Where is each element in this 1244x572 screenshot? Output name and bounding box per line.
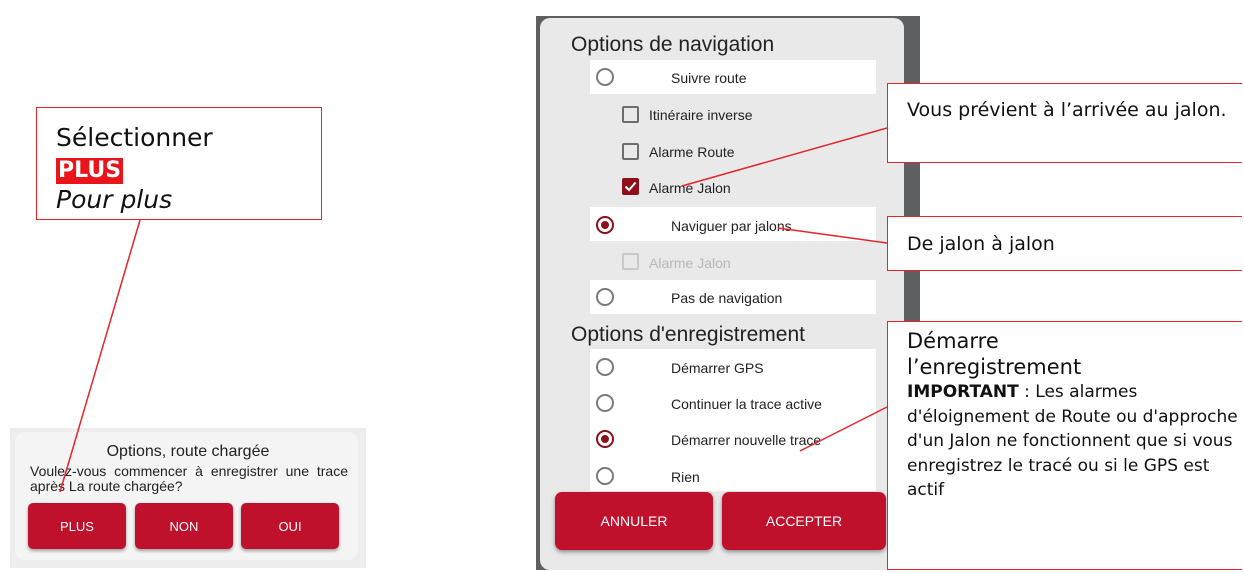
- rien-label[interactable]: Rien: [671, 469, 700, 485]
- alarme-jalon-checkbox[interactable]: [622, 178, 639, 195]
- pas-navigation-label: Pas de navigation: [671, 290, 783, 306]
- dialog-message: Voulez-vous commencer à enregistrer une …: [30, 463, 348, 494]
- demarrer-gps-radio[interactable]: [596, 358, 614, 376]
- left-callout: Sélectionner PLUS Pour plus: [36, 107, 322, 220]
- callout-pour-plus: Pour plus: [56, 185, 173, 214]
- recording-section-title: Options d'enregistrement: [571, 323, 805, 346]
- itineraire-inverse-label: Itinéraire inverse: [649, 107, 753, 123]
- alarme-route-label: Alarme Route: [649, 144, 735, 160]
- demarrer-gps-label[interactable]: Démarrer GPS: [671, 360, 764, 376]
- suivre-route-radio[interactable]: [596, 68, 614, 86]
- callout-select-text: Sélectionner: [56, 123, 213, 152]
- non-button[interactable]: NON: [135, 503, 233, 549]
- important-label: IMPORTANT: [907, 382, 1019, 402]
- naviguer-jalons-label: Naviguer par jalons: [671, 218, 792, 234]
- callout-important-text: IMPORTANT : Les alarmes d'éloignement de…: [907, 380, 1242, 503]
- alarme-jalon-label: Alarme Jalon: [649, 180, 731, 196]
- check-icon: [624, 181, 637, 192]
- pas-navigation-radio[interactable]: [596, 288, 614, 306]
- annuler-button[interactable]: ANNULER: [555, 492, 713, 550]
- callout-jalon-a-jalon: De jalon à jalon: [887, 216, 1242, 271]
- accepter-button[interactable]: ACCEPTER: [722, 492, 886, 550]
- rien-radio[interactable]: [596, 467, 614, 485]
- continuer-trace-label[interactable]: Continuer la trace active: [671, 396, 822, 412]
- dialog-title: Options, route chargée: [106, 443, 270, 460]
- demarrer-nouvelle-trace-radio[interactable]: [596, 430, 614, 448]
- oui-button[interactable]: OUI: [241, 503, 339, 549]
- itineraire-inverse-checkbox[interactable]: [622, 106, 639, 123]
- navigation-section-title: Options de navigation: [571, 33, 775, 56]
- callout-enregistrement: l’enregistrement: [907, 355, 1082, 379]
- alarme-jalon-disabled-label: Alarme Jalon: [649, 255, 731, 271]
- naviguer-jalons-radio[interactable]: [596, 216, 614, 234]
- suivre-route-label: Suivre route: [671, 70, 747, 86]
- callout-demarre-enregistrement: Démarre l’enregistrement IMPORTANT : Les…: [887, 321, 1242, 570]
- alarme-jalon-disabled-checkbox: [622, 253, 639, 270]
- continuer-trace-radio[interactable]: [596, 394, 614, 412]
- plus-button[interactable]: PLUS: [28, 503, 126, 549]
- callout-plus-highlight: PLUS: [56, 158, 124, 184]
- alarme-route-checkbox[interactable]: [622, 143, 639, 160]
- callout-demarre: Démarre: [907, 329, 999, 353]
- demarrer-nouvelle-trace-label[interactable]: Démarrer nouvelle trace: [671, 432, 821, 448]
- callout-arrivee-jalon: Vous prévient à l’arrivée au jalon.: [887, 83, 1242, 163]
